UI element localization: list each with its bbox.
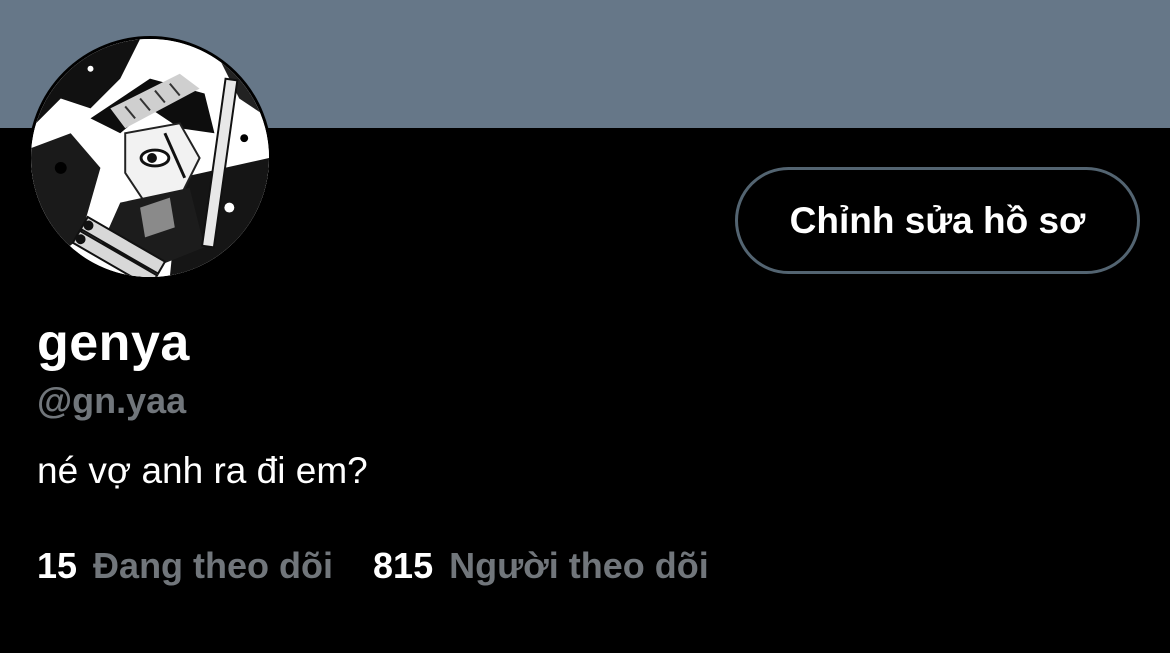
edit-profile-button[interactable]: Chỉnh sửa hồ sơ [735,167,1140,274]
followers-count: 815 [373,545,434,586]
avatar-image-icon [31,39,269,277]
profile-avatar[interactable] [28,36,272,280]
following-link[interactable]: 15 Đang theo dõi [37,545,333,587]
following-count: 15 [37,545,78,586]
followers-link[interactable]: 815 Người theo dõi [373,545,709,587]
profile-bio: né vợ anh ra đi em? [37,450,368,491]
following-label: Đang theo dõi [93,545,334,586]
follow-stats: 15 Đang theo dõi 815 Người theo dõi [37,545,709,587]
user-handle: @gn.yaa [37,380,187,421]
profile-header: Chỉnh sửa hồ sơ genya @gn.yaa né vợ anh … [0,0,1170,653]
followers-label: Người theo dõi [449,545,709,586]
display-name: genya [37,314,190,372]
